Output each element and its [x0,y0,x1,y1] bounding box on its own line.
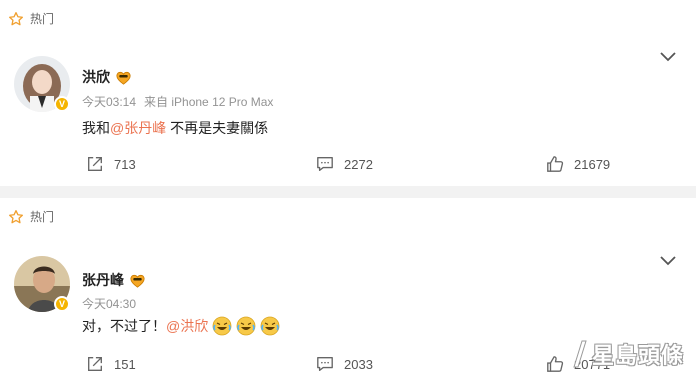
laugh-cry-emoji [212,316,232,336]
hot-label-text: 热门 [30,12,55,26]
laugh-cry-emoji [260,316,280,336]
mention-link[interactable]: @洪欣 [166,316,208,336]
chevron-down-icon[interactable] [660,256,676,266]
post-card-2: 热门 V 张丹峰 今天04:30 对，不过了！ @洪欣 151 2033 207… [0,198,696,380]
hot-star-icon [9,11,23,25]
post-time: 今天04:30 [82,297,137,311]
user-name[interactable]: 张丹峰 [82,270,124,290]
content-text: 我和 [82,120,110,136]
post-content: 对，不过了！ @洪欣 [82,316,280,336]
hot-label: 热门 [8,208,54,225]
repost-icon [88,357,102,371]
comment-icon [317,357,333,371]
verified-badge-icon: V [54,96,70,112]
post-card-1: 热门 V 洪欣 今天03:14 来自 iPhone 12 Pro Max 我和 … [0,0,696,186]
post-content: 我和 @张丹峰 不再是夫妻關係 [82,118,268,138]
post-meta: 今天04:30 [82,295,136,312]
hot-label: 热门 [8,10,54,27]
post-time: 今天03:14 [82,95,137,109]
repost-count: 151 [114,356,136,372]
like-icon [547,356,564,372]
like-button[interactable]: 21679 [546,155,610,173]
content-text: 对，不过了！ [82,318,166,334]
laugh-cry-emoji [236,316,256,336]
comment-count: 2272 [344,156,373,172]
hot-label-text: 热门 [30,210,55,224]
repost-icon [88,157,102,171]
user-name[interactable]: 洪欣 [82,67,110,87]
repost-count: 713 [114,156,136,172]
vip-heart-icon [116,71,131,85]
post-source: 来自 iPhone 12 Pro Max [144,95,274,109]
repost-button[interactable]: 713 [86,155,136,173]
comment-icon [317,157,333,171]
mention-link[interactable]: @张丹峰 [110,118,166,138]
like-count: 21679 [574,156,611,172]
content-text: 不再是夫妻關係 [166,120,269,136]
watermark-logo-icon [573,340,587,368]
divider [0,186,696,198]
comment-count: 2033 [344,356,373,372]
repost-button[interactable]: 151 [86,355,136,373]
hot-star-icon [9,209,23,223]
verified-badge-icon: V [54,296,70,312]
action-bar: 713 2272 21679 [0,155,696,175]
watermark: 星島頭條 [570,338,684,370]
watermark-text: 星島頭條 [591,343,684,368]
post-meta: 今天03:14 来自 iPhone 12 Pro Max [82,93,273,110]
like-icon [547,156,564,172]
comment-button[interactable]: 2272 [316,155,373,173]
chevron-down-icon[interactable] [660,52,676,62]
vip-heart-icon [130,274,145,288]
comment-button[interactable]: 2033 [316,355,373,373]
